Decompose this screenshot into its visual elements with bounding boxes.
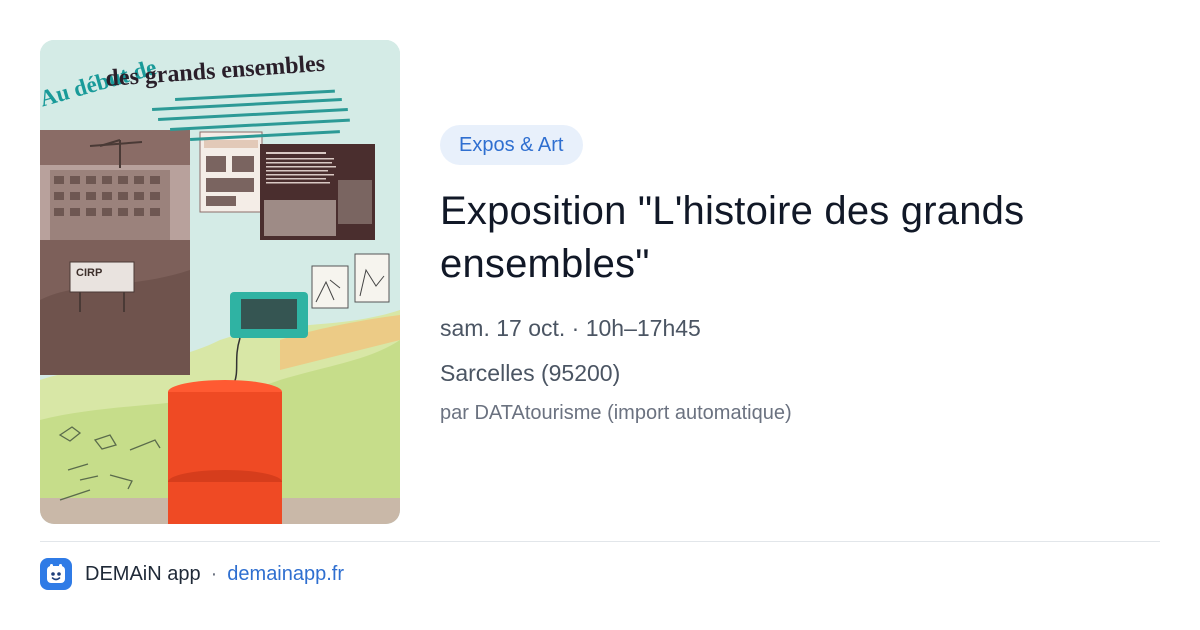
event-location: Sarcelles (95200) [440,360,621,386]
category-badge[interactable]: Expos & Art [440,125,583,165]
app-logo-icon[interactable] [40,558,72,590]
footer-separator: · [210,562,218,585]
footer-divider [40,541,1160,542]
exhibition-photo: CIRP Au début de des grands ensembles [40,40,400,524]
event-details: Expos & Art Exposition "L'histoire des g… [440,125,1160,426]
footer: DEMAiN app · demainapp.fr [40,557,344,591]
app-url-link[interactable]: demainapp.fr [227,563,344,586]
event-source: par DATAtourisme (import automatique) [440,402,792,424]
poster-sign-text: CIRP [76,267,102,279]
event-image[interactable]: CIRP Au début de des grands ensembles [40,40,400,524]
event-title[interactable]: Exposition "L'histoire des grands ensemb… [440,185,1160,291]
event-date-time: sam. 17 oct. · 10h–17h45 [440,315,701,341]
app-name: DEMAiN app [85,562,201,585]
